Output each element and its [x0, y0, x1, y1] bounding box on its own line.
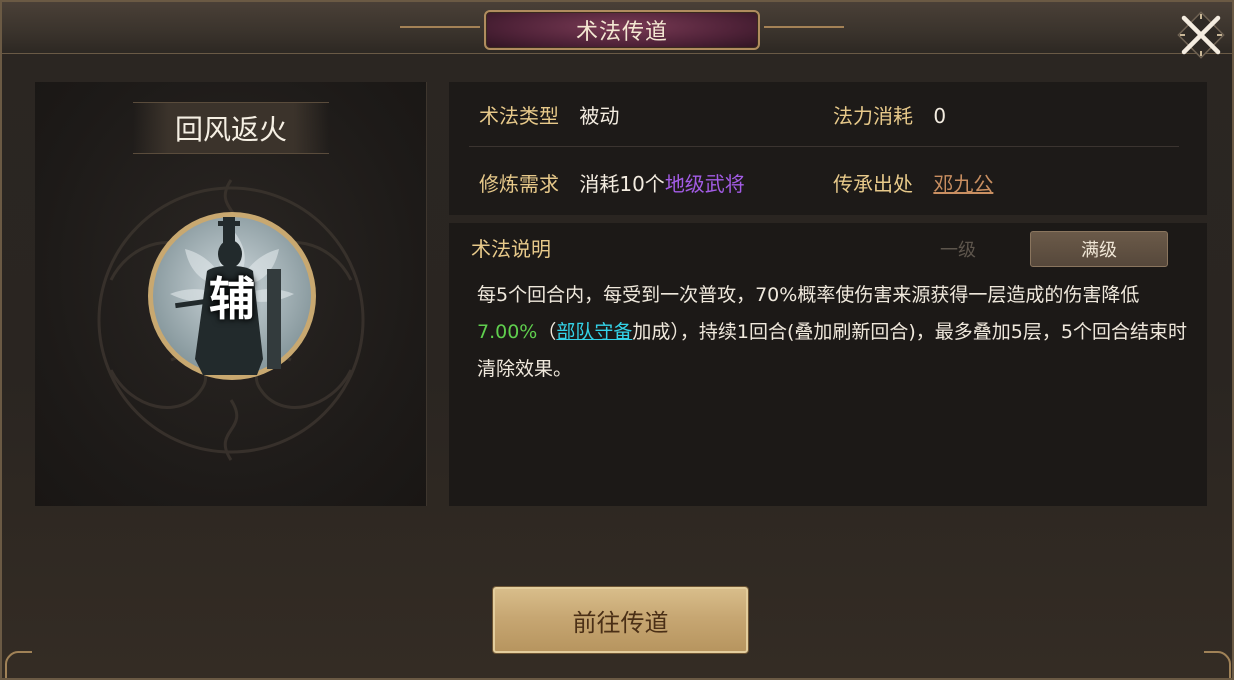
- title-plate: 术法传道: [400, 10, 844, 50]
- description-part-2: （: [537, 321, 557, 343]
- requirement-highlight: 地级武将: [664, 172, 745, 196]
- origin-row: 传承出处 邓九公: [833, 168, 993, 197]
- section-divider: [449, 215, 1207, 223]
- corner-ornament-icon: [1204, 651, 1231, 678]
- go-transmit-button[interactable]: 前往传道: [493, 587, 748, 653]
- skill-type-row: 术法类型 被动: [479, 100, 619, 129]
- requirement-label: 修炼需求: [479, 172, 559, 196]
- skill-attributes: 术法类型 被动 法力消耗 0 修炼需求 消耗10个地级武将 传承出处 邓九公: [449, 82, 1207, 215]
- badge-character-layer: 辅: [145, 209, 319, 383]
- mana-cost-value: 0: [933, 104, 947, 128]
- mana-cost-row: 法力消耗 0: [833, 100, 946, 129]
- skill-description: 术法说明 一级 满级 每5个回合内，每受到一次普攻，70%概率使伤害来源获得一层…: [449, 223, 1207, 506]
- row-divider: [469, 146, 1179, 147]
- skill-transmission-dialog: 术法传道 回风返火 辅 术法类型 被动 法力消耗 0 修炼需求 消耗10个地级武…: [0, 0, 1234, 680]
- tab-level-1[interactable]: 一级: [889, 231, 1027, 267]
- origin-link[interactable]: 邓九公: [933, 172, 993, 196]
- origin-label: 传承出处: [833, 172, 913, 196]
- skill-info-panel: 术法类型 被动 法力消耗 0 修炼需求 消耗10个地级武将 传承出处 邓九公 术…: [449, 82, 1207, 506]
- reduction-value: 7.00%: [477, 321, 538, 343]
- close-icon: [1177, 11, 1225, 59]
- description-part-1: 每5个回合内，每受到一次普攻，70%概率使伤害来源获得一层造成的伤害降低: [477, 284, 1140, 306]
- mana-cost-label: 法力消耗: [833, 104, 913, 128]
- requirement-row: 修炼需求 消耗10个地级武将: [479, 168, 745, 197]
- dialog-title: 术法传道: [575, 20, 668, 45]
- troop-defense-link[interactable]: 部队守备: [556, 321, 632, 343]
- skill-name: 回风返火: [133, 102, 329, 154]
- corner-ornament-icon: [5, 651, 32, 678]
- description-title: 术法说明: [471, 237, 551, 261]
- requirement-prefix: 消耗10个: [579, 172, 665, 196]
- description-text: 每5个回合内，每受到一次普攻，70%概率使伤害来源获得一层造成的伤害降低 7.00…: [477, 277, 1187, 388]
- badge-character: 辅: [209, 272, 255, 326]
- skill-portrait-panel: 回风返火 辅: [35, 82, 427, 506]
- skill-type-value: 被动: [579, 104, 620, 128]
- close-button[interactable]: [1174, 8, 1228, 62]
- tab-level-max[interactable]: 满级: [1030, 231, 1168, 267]
- skill-type-label: 术法类型: [479, 104, 559, 128]
